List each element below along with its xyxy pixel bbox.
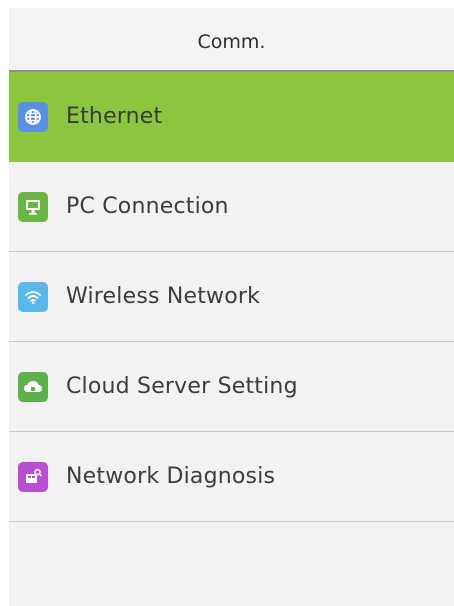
menu-item-cloud-server-setting[interactable]: Cloud Server Setting xyxy=(9,342,454,432)
menu-item-label: Cloud Server Setting xyxy=(66,374,298,399)
diagnosis-icon xyxy=(18,461,48,492)
menu-item-ethernet[interactable]: Ethernet xyxy=(9,72,454,162)
empty-area xyxy=(9,522,454,604)
cloud-icon xyxy=(18,371,48,402)
comm-menu: Ethernet PC Connection Wireless Network … xyxy=(9,72,454,522)
menu-item-label: Ethernet xyxy=(66,104,163,129)
comm-screen: Comm. Ethernet PC Connection Wireless Ne… xyxy=(9,8,454,606)
menu-item-label: Network Diagnosis xyxy=(66,464,276,489)
menu-item-wireless-network[interactable]: Wireless Network xyxy=(9,252,454,342)
menu-item-network-diagnosis[interactable]: Network Diagnosis xyxy=(9,432,454,522)
menu-item-label: Wireless Network xyxy=(66,284,261,309)
page-title: Comm. xyxy=(9,8,454,72)
monitor-icon xyxy=(18,191,48,222)
globe-icon xyxy=(18,101,48,132)
menu-item-pc-connection[interactable]: PC Connection xyxy=(9,162,454,252)
wifi-icon xyxy=(18,281,48,312)
menu-item-label: PC Connection xyxy=(66,194,229,219)
